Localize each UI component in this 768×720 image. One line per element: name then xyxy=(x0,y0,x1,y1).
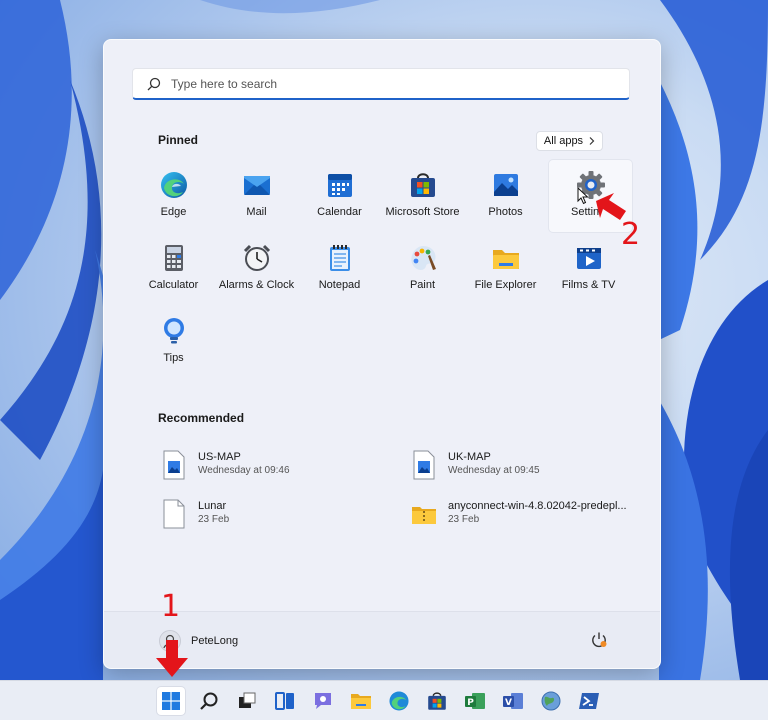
pinned-app-file-explorer[interactable]: File Explorer xyxy=(464,233,547,305)
pinned-app-label: Paint xyxy=(409,279,436,291)
network-button[interactable] xyxy=(537,687,565,715)
tips-icon xyxy=(164,318,184,344)
recommended-item-uk-map[interactable]: UK-MAP Wednesday at 09:45 xyxy=(411,446,651,486)
pinned-app-microsoft-store[interactable]: Microsoft Store xyxy=(381,160,464,232)
calculator-icon xyxy=(165,245,183,271)
user-name: PeteLong xyxy=(191,635,239,647)
all-apps-button[interactable]: All apps xyxy=(536,131,603,151)
task-view-icon xyxy=(239,692,256,708)
windows-logo-icon xyxy=(162,692,180,710)
store-button[interactable] xyxy=(423,687,451,715)
image-file-icon xyxy=(163,450,185,480)
notepad-icon xyxy=(330,245,350,271)
films-icon xyxy=(577,248,601,269)
start-button[interactable] xyxy=(157,687,185,715)
powershell-icon xyxy=(579,693,599,709)
recommended-item-name: Lunar xyxy=(198,500,227,512)
photos-icon xyxy=(494,174,518,196)
image-file-icon xyxy=(413,450,435,480)
recommended-item-us-map[interactable]: US-MAP Wednesday at 09:46 xyxy=(161,446,401,486)
chat-icon xyxy=(315,693,331,709)
power-icon[interactable] xyxy=(590,631,608,649)
taskbar-search-button[interactable] xyxy=(195,687,223,715)
recommended-item-time: 23 Feb xyxy=(198,514,230,525)
svg-text:P: P xyxy=(467,698,474,708)
globe-icon xyxy=(541,691,561,711)
all-apps-label: All apps xyxy=(543,135,584,147)
pinned-app-label: Mail xyxy=(246,206,267,218)
start-menu: Pinned All apps Edge Mail xyxy=(103,39,661,669)
pinned-app-label: Microsoft Store xyxy=(385,206,460,218)
pinned-app-label: Calculator xyxy=(148,279,199,291)
blank-file-icon xyxy=(163,499,185,529)
project-button[interactable]: P xyxy=(461,687,489,715)
pinned-app-label: Edge xyxy=(160,206,187,218)
pinned-title: Pinned xyxy=(158,133,199,147)
recommended-item-name: anyconnect-win-4.8.02042-predepl... xyxy=(448,500,627,512)
search-box[interactable] xyxy=(132,68,630,100)
pinned-app-tips[interactable]: Tips xyxy=(132,306,215,378)
mouse-cursor-icon xyxy=(577,187,589,205)
annotation-arrow-down-icon xyxy=(156,640,188,677)
pinned-app-label: Alarms & Clock xyxy=(218,279,295,291)
teams-chat-button[interactable] xyxy=(309,687,337,715)
search-icon xyxy=(200,692,218,710)
mail-icon xyxy=(244,176,270,195)
svg-text:V: V xyxy=(505,698,512,708)
recommended-item-time: Wednesday at 09:45 xyxy=(448,465,540,476)
pinned-app-label: Photos xyxy=(488,206,523,218)
edge-icon xyxy=(161,172,187,198)
store-icon xyxy=(428,692,446,710)
pinned-app-paint[interactable]: Paint xyxy=(381,233,464,305)
pinned-app-photos[interactable]: Photos xyxy=(464,160,547,232)
recommended-title: Recommended xyxy=(158,411,245,425)
widgets-button[interactable] xyxy=(271,687,299,715)
store-icon xyxy=(411,173,435,197)
taskbar: P V xyxy=(0,680,768,720)
pinned-app-calendar[interactable]: Calendar xyxy=(298,160,381,232)
clock-icon xyxy=(243,244,271,271)
pinned-app-edge[interactable]: Edge xyxy=(132,160,215,232)
recommended-item-time: Wednesday at 09:46 xyxy=(198,465,290,476)
pinned-app-label: Calendar xyxy=(317,206,362,218)
visio-icon: V xyxy=(503,693,523,709)
calendar-icon xyxy=(328,174,352,197)
pinned-app-notepad[interactable]: Notepad xyxy=(298,233,381,305)
task-view-button[interactable] xyxy=(233,687,261,715)
pinned-app-label: Tips xyxy=(163,352,184,364)
pinned-app-label: Films & TV xyxy=(561,279,616,291)
pinned-app-label: File Explorer xyxy=(474,279,537,291)
widgets-icon xyxy=(275,692,294,710)
chevron-right-icon xyxy=(589,137,595,145)
pinned-app-films-tv[interactable]: Films & TV xyxy=(547,233,630,305)
paint-icon xyxy=(411,246,436,270)
edge-button[interactable] xyxy=(385,687,413,715)
search-icon xyxy=(147,77,161,90)
folder-icon xyxy=(351,694,371,709)
visio-button[interactable]: V xyxy=(499,687,527,715)
folder-icon xyxy=(493,250,519,269)
search-input[interactable] xyxy=(169,75,593,92)
project-icon: P xyxy=(465,693,485,709)
recommended-item-lunar[interactable]: Lunar 23 Feb xyxy=(161,495,401,535)
file-explorer-button[interactable] xyxy=(347,687,375,715)
powershell-button[interactable] xyxy=(575,687,603,715)
recommended-item-time: 23 Feb xyxy=(448,514,480,525)
annotation-arrow-icon xyxy=(596,193,626,220)
annotation-step-1: 1 xyxy=(161,589,181,624)
recommended-item-anyconnect[interactable]: anyconnect-win-4.8.02042-predepl... 23 F… xyxy=(411,495,661,535)
recommended-item-name: UK-MAP xyxy=(448,451,491,463)
zip-folder-icon xyxy=(412,507,436,524)
recommended-item-name: US-MAP xyxy=(198,451,241,463)
pinned-app-mail[interactable]: Mail xyxy=(215,160,298,232)
pinned-app-label: Notepad xyxy=(318,279,361,291)
pinned-app-alarms-clock[interactable]: Alarms & Clock xyxy=(215,233,298,305)
pinned-app-calculator[interactable]: Calculator xyxy=(132,233,215,305)
edge-icon xyxy=(389,691,409,711)
